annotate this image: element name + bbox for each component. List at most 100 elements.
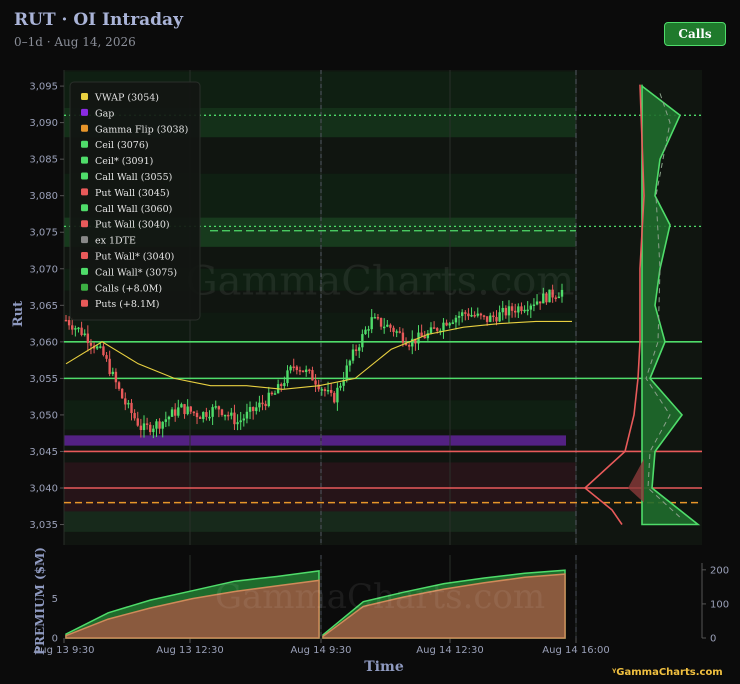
y-tick-label: 3,035 bbox=[29, 520, 58, 531]
candle-body bbox=[479, 313, 483, 316]
candle-body bbox=[124, 398, 127, 405]
legend-item: Gamma Flip (3038) bbox=[95, 124, 188, 135]
candle-body bbox=[314, 380, 317, 385]
candle-body bbox=[155, 421, 158, 429]
legend-swatch bbox=[81, 204, 88, 212]
candle-body bbox=[308, 369, 311, 372]
candle-body bbox=[127, 402, 130, 405]
candle-body bbox=[120, 388, 124, 399]
candle-body bbox=[501, 307, 504, 313]
candle-body bbox=[367, 329, 370, 331]
candle-body bbox=[217, 406, 221, 410]
candle-body bbox=[354, 349, 358, 351]
candle-body bbox=[270, 392, 274, 395]
legend-swatch bbox=[81, 283, 88, 291]
premium-left-tick: 0 bbox=[52, 634, 58, 645]
candle-body bbox=[195, 412, 199, 418]
legend-item: Ceil* (3091) bbox=[95, 156, 153, 167]
candle-body bbox=[74, 328, 77, 330]
candle-body bbox=[485, 316, 489, 322]
candle-body bbox=[102, 346, 105, 356]
candle-body bbox=[186, 406, 189, 415]
candle-body bbox=[429, 327, 433, 334]
candle-body bbox=[495, 317, 498, 322]
y-tick-label: 3,080 bbox=[29, 191, 58, 202]
candle-body bbox=[142, 423, 146, 431]
candle-body bbox=[261, 402, 264, 405]
candle-body bbox=[467, 313, 470, 317]
premium-watermark: GammaCharts.com bbox=[215, 577, 545, 617]
candle-body bbox=[286, 370, 289, 384]
candle-body bbox=[264, 403, 267, 407]
x-tick-label: Aug 14 16:00 bbox=[542, 645, 609, 656]
candle-body bbox=[205, 412, 208, 417]
candle-body bbox=[239, 420, 242, 423]
premium-axis-label: PREMIUM ($M) bbox=[33, 547, 47, 655]
legend-swatch bbox=[81, 220, 88, 228]
candle-body bbox=[183, 404, 186, 415]
candle-body bbox=[283, 383, 286, 387]
legend-item: VWAP (3054) bbox=[94, 93, 159, 104]
candle-body bbox=[476, 313, 479, 316]
legend-item: Ceil (3076) bbox=[95, 140, 149, 151]
premium-left-tick: 5 bbox=[52, 594, 58, 605]
candle-body bbox=[158, 421, 161, 429]
premium-right-tick: 100 bbox=[710, 599, 729, 610]
candle-body bbox=[386, 324, 389, 327]
legend-item: Gap bbox=[95, 108, 114, 119]
x-axis-label: Time bbox=[364, 659, 404, 675]
candle-body bbox=[180, 404, 183, 408]
candle-body bbox=[457, 315, 461, 318]
put-band bbox=[64, 462, 576, 512]
candle-body bbox=[333, 392, 336, 403]
candle-body bbox=[111, 371, 114, 375]
candle-body bbox=[407, 345, 411, 347]
candle-body bbox=[211, 407, 214, 417]
candle-body bbox=[339, 385, 342, 388]
candle-body bbox=[95, 346, 99, 349]
candle-body bbox=[526, 309, 529, 312]
legend-item: Put Wall* (3040) bbox=[95, 252, 174, 263]
legend-swatch bbox=[81, 188, 88, 196]
candle-body bbox=[492, 315, 495, 318]
y-tick-label: 3,090 bbox=[29, 118, 58, 129]
candle-body bbox=[436, 328, 439, 331]
candle-body bbox=[389, 324, 392, 328]
candle-body bbox=[361, 334, 364, 348]
y-tick-label: 3,075 bbox=[29, 228, 58, 239]
candle-body bbox=[255, 407, 258, 412]
legend-swatch bbox=[81, 252, 88, 259]
candle-body bbox=[139, 425, 143, 431]
candle-body bbox=[510, 306, 514, 311]
candle-body bbox=[489, 315, 492, 322]
legend-item: Call Wall (3060) bbox=[95, 204, 172, 215]
legend-item: Calls (+8.0M) bbox=[95, 283, 162, 294]
brand-watermark: ᵞGammaCharts.com bbox=[612, 667, 723, 678]
candle-body bbox=[498, 312, 501, 322]
legend-swatch bbox=[81, 108, 88, 116]
candle-body bbox=[83, 333, 86, 336]
candle-body bbox=[230, 412, 233, 416]
candle-body bbox=[507, 306, 511, 316]
candle-body bbox=[392, 327, 395, 332]
candle-body bbox=[482, 315, 486, 317]
candle-body bbox=[67, 320, 71, 326]
x-tick-label: Aug 13 12:30 bbox=[156, 645, 223, 656]
candle-body bbox=[223, 414, 227, 417]
legend-swatch bbox=[81, 236, 88, 244]
legend-swatch bbox=[81, 172, 88, 180]
candle-body bbox=[133, 413, 136, 419]
candle-body bbox=[358, 347, 361, 351]
candle-body bbox=[532, 304, 536, 306]
candle-body bbox=[86, 333, 90, 343]
candle-body bbox=[454, 317, 458, 323]
candle-body bbox=[376, 317, 380, 319]
candle-body bbox=[161, 421, 164, 429]
candle-body bbox=[373, 317, 377, 319]
candle-body bbox=[220, 409, 224, 416]
candle-body bbox=[164, 419, 168, 422]
candle-body bbox=[460, 312, 464, 316]
y-tick-label: 3,045 bbox=[29, 447, 58, 458]
legend-item: Put Wall (3045) bbox=[95, 188, 170, 199]
legend-item: ex 1DTE bbox=[95, 236, 136, 247]
